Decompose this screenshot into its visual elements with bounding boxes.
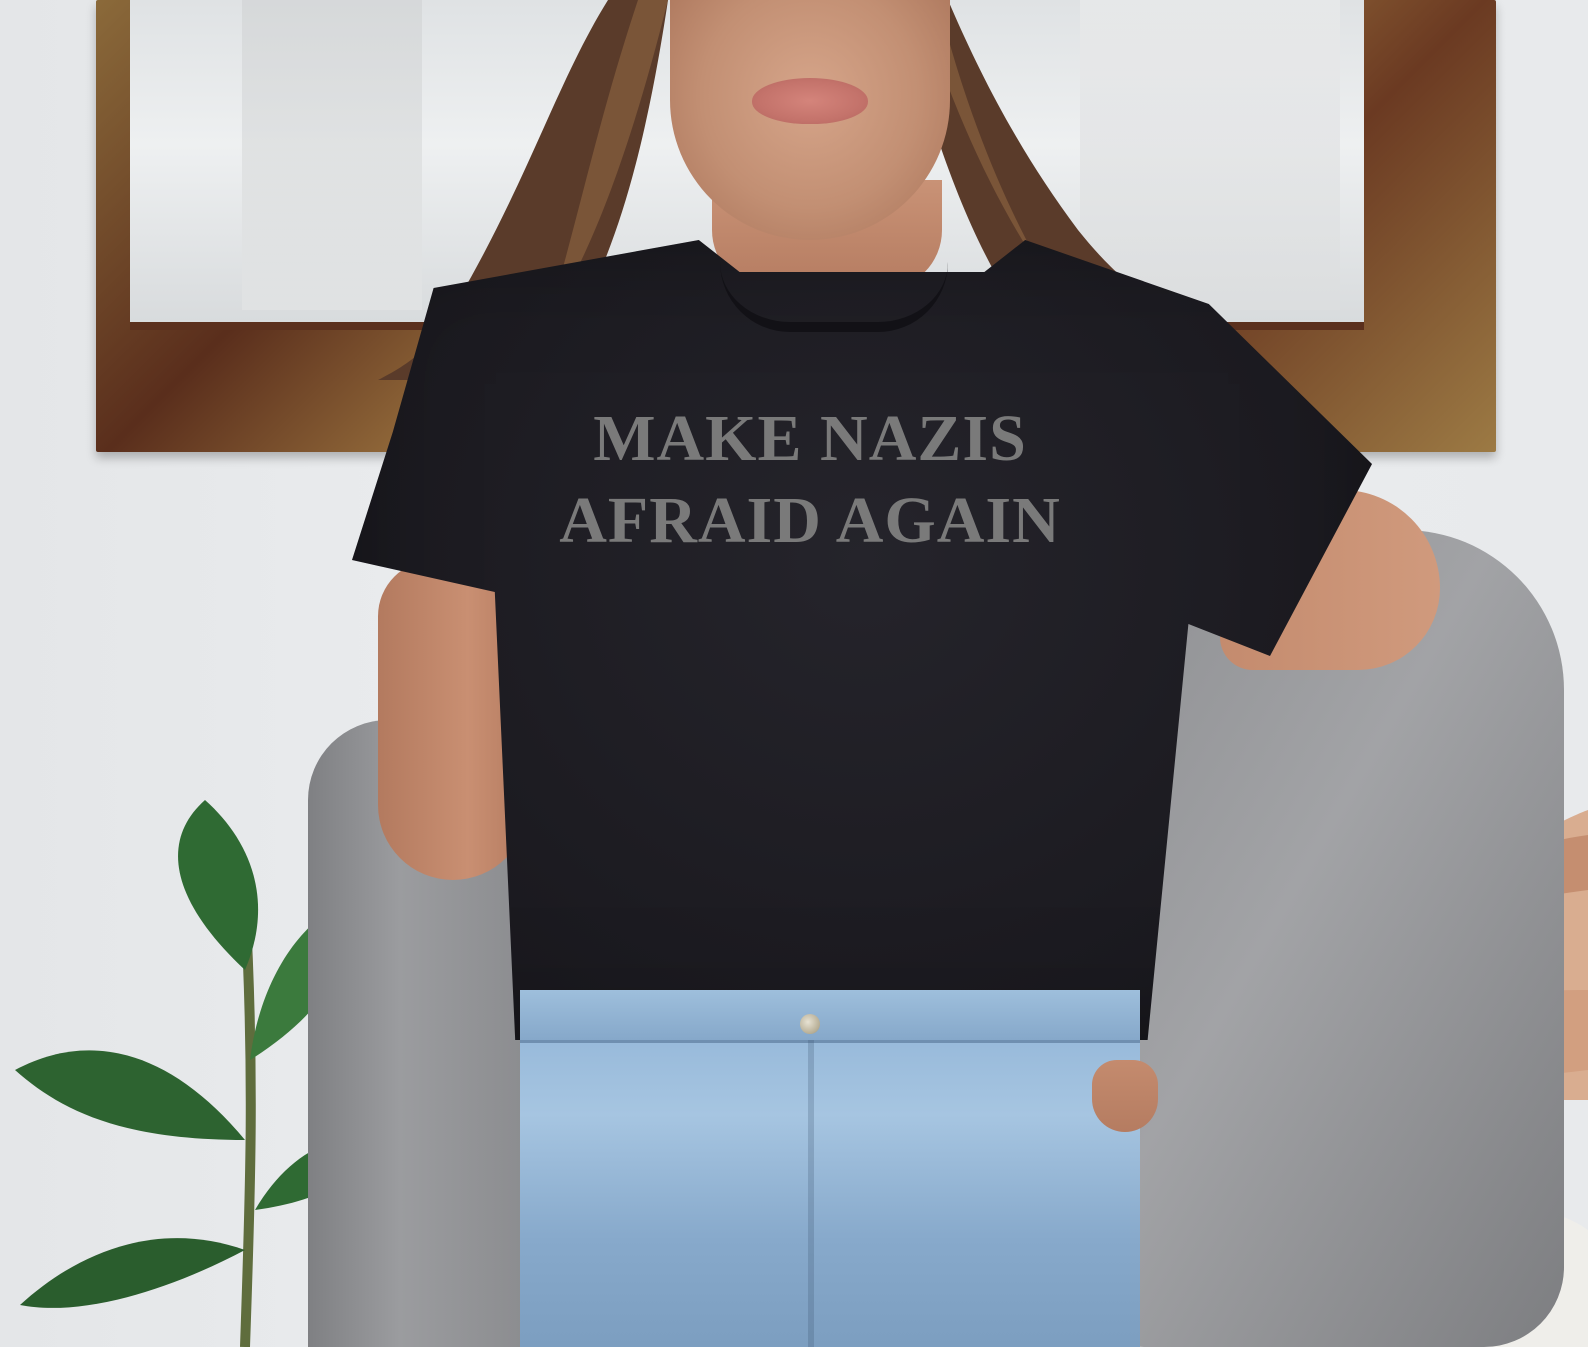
right-hand (1092, 1060, 1158, 1132)
shirt-slogan: MAKE NAZIS AFRAID AGAIN (500, 398, 1120, 562)
shirt-collar (720, 262, 948, 332)
jeans (520, 990, 1140, 1347)
lips (752, 78, 868, 124)
jeans-fly (808, 1040, 814, 1347)
shirt-slogan-line-2: AFRAID AGAIN (559, 484, 1061, 557)
photo-scene: MAKE NAZIS AFRAID AGAIN (0, 0, 1588, 1347)
jeans-button (800, 1014, 820, 1034)
shirt-slogan-line-1: MAKE NAZIS (593, 402, 1027, 475)
jeans-waistband (520, 990, 1140, 1043)
